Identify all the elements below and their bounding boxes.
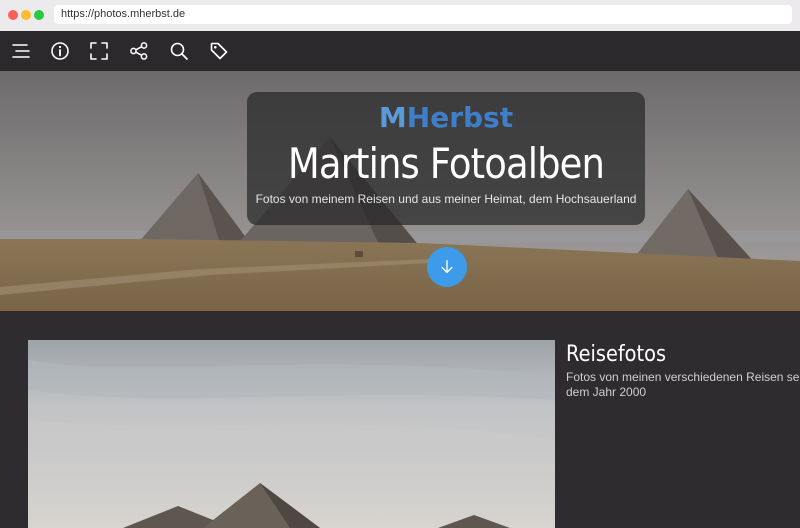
menu-icon xyxy=(12,44,30,58)
address-bar[interactable]: https://photos.mherbst.de xyxy=(54,5,792,24)
logo-initial: M xyxy=(378,101,407,134)
site-subtitle: Fotos von meinem Reisen und aus meiner H… xyxy=(255,192,637,206)
scroll-down-button[interactable] xyxy=(427,247,467,287)
maximize-window-button[interactable] xyxy=(34,10,44,20)
album-description: Fotos von meinen verschiedenen Reisen se… xyxy=(566,370,800,399)
site-logo[interactable]: MHerbst xyxy=(247,100,645,136)
logo-text: Herbst xyxy=(406,101,514,134)
fullscreen-icon xyxy=(90,42,108,60)
search-icon xyxy=(170,42,188,60)
site-title: Martins Fotoalben xyxy=(287,139,605,188)
menu-button[interactable] xyxy=(10,40,32,62)
toolbar xyxy=(0,31,800,71)
close-window-button[interactable] xyxy=(8,10,18,20)
info-icon xyxy=(51,42,69,60)
minimize-window-button[interactable] xyxy=(21,10,31,20)
tags-button[interactable] xyxy=(208,40,230,62)
arrow-down-icon xyxy=(441,260,453,274)
search-button[interactable] xyxy=(168,40,190,62)
share-icon xyxy=(130,42,148,60)
info-button[interactable] xyxy=(49,40,71,62)
album-thumbnail[interactable] xyxy=(28,340,555,528)
hero-section: MHerbst Martins Fotoalben Fotos von mein… xyxy=(0,71,800,311)
hero-title-panel: MHerbst Martins Fotoalben Fotos von mein… xyxy=(247,92,645,225)
album-cover-photo xyxy=(28,340,555,528)
album-title[interactable]: Reisefotos xyxy=(566,340,666,370)
browser-chrome: https://photos.mherbst.de xyxy=(0,0,800,32)
fullscreen-button[interactable] xyxy=(88,40,110,62)
tag-icon xyxy=(210,42,228,60)
share-button[interactable] xyxy=(128,40,150,62)
